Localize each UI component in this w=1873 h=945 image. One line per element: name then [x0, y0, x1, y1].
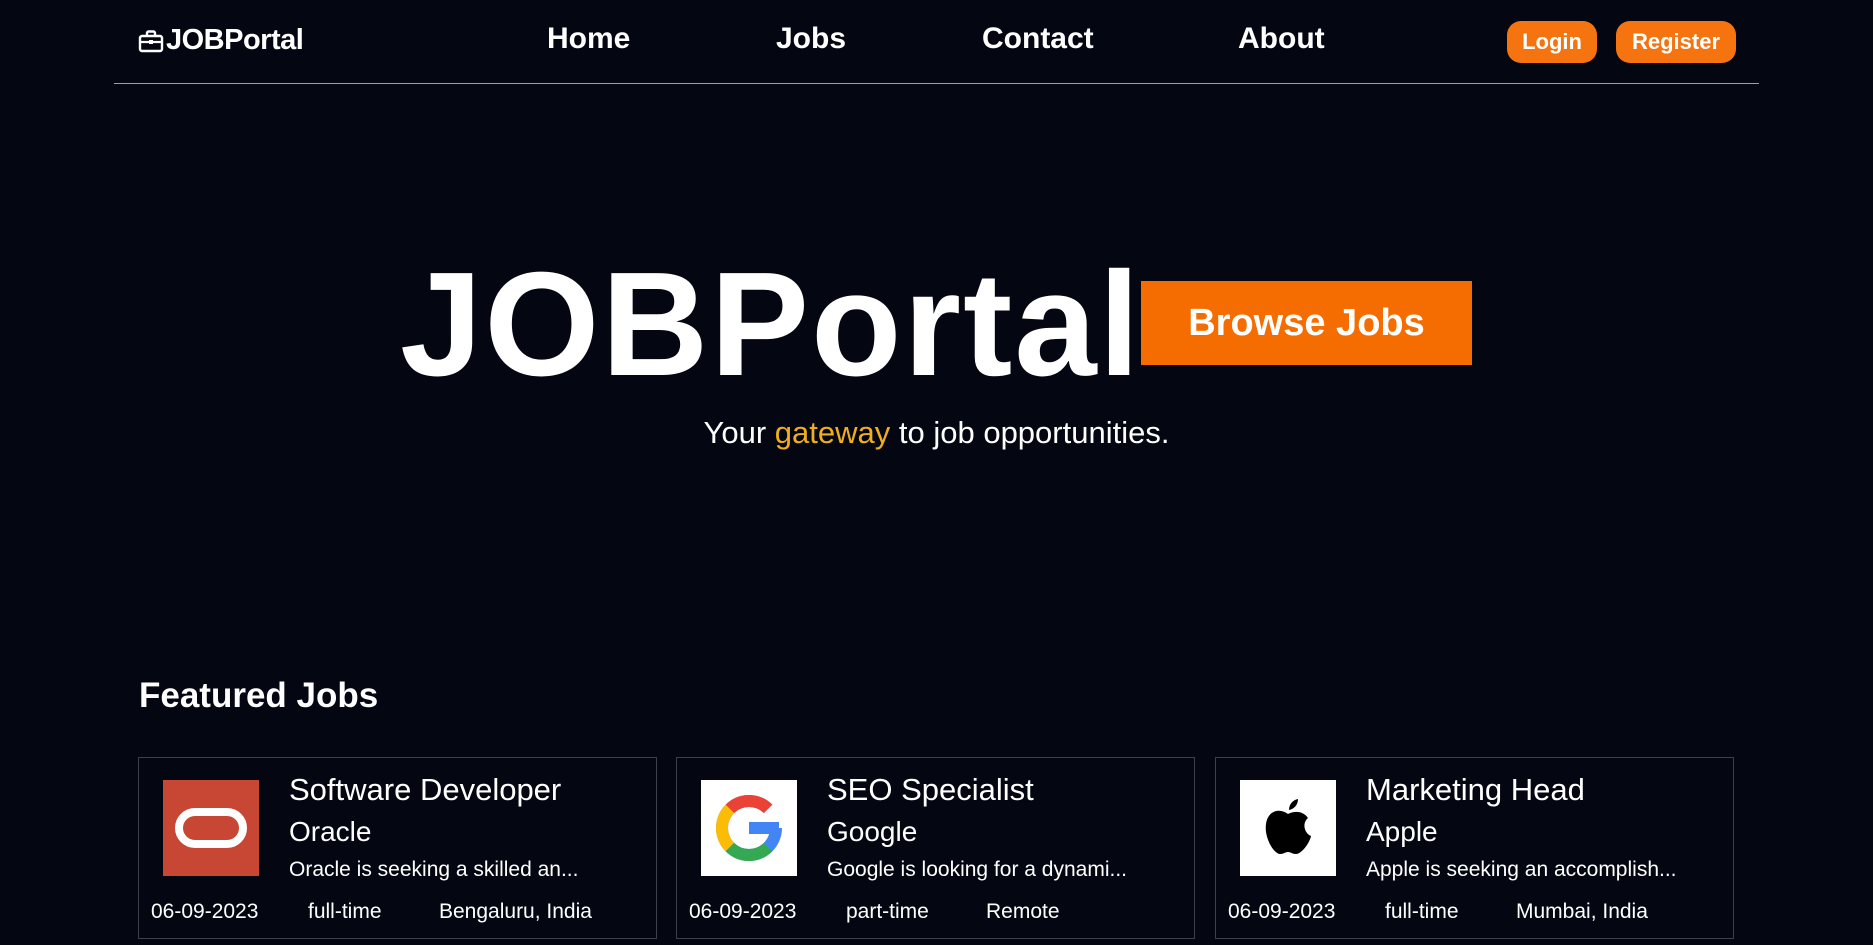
apple-logo-icon	[1240, 780, 1336, 876]
job-card[interactable]: SEO Specialist Google Google is looking …	[676, 757, 1195, 939]
register-button[interactable]: Register	[1616, 21, 1736, 63]
job-location: Mumbai, India	[1516, 900, 1648, 923]
nav-jobs[interactable]: Jobs	[776, 22, 846, 56]
google-logo-icon	[701, 780, 797, 876]
brand-logo[interactable]: JOBPortal	[138, 24, 304, 57]
job-date: 06-09-2023	[1228, 900, 1336, 923]
job-company: Apple	[1366, 816, 1438, 847]
job-type: full-time	[1385, 900, 1459, 923]
job-location: Bengaluru, India	[439, 900, 592, 923]
nav-contact[interactable]: Contact	[982, 22, 1094, 56]
nav-about[interactable]: About	[1238, 22, 1325, 56]
job-card[interactable]: Marketing Head Apple Apple is seeking an…	[1215, 757, 1734, 939]
tagline-accent: gateway	[774, 415, 891, 450]
nav-home[interactable]: Home	[547, 22, 630, 56]
job-company: Oracle	[289, 816, 372, 847]
job-date: 06-09-2023	[151, 900, 259, 923]
tagline-start: Your	[703, 415, 775, 450]
hero-title: JOBPortal	[400, 242, 1142, 407]
job-card[interactable]: Software Developer Oracle Oracle is seek…	[138, 757, 657, 939]
page: JOBPortal Home Jobs Contact About Login …	[0, 0, 1873, 945]
job-description: Apple is seeking an accomplish...	[1366, 858, 1677, 881]
hero-tagline: Your gateway to job opportunities.	[0, 415, 1873, 451]
job-title: SEO Specialist	[827, 772, 1034, 807]
job-title: Marketing Head	[1366, 772, 1585, 807]
browse-jobs-button[interactable]: Browse Jobs	[1141, 281, 1472, 365]
job-date: 06-09-2023	[689, 900, 797, 923]
navbar: JOBPortal Home Jobs Contact About Login …	[114, 0, 1759, 84]
briefcase-icon	[138, 28, 164, 54]
oracle-logo-icon	[163, 780, 259, 876]
job-location: Remote	[986, 900, 1060, 923]
brand-name: JOBPortal	[166, 24, 304, 56]
job-description: Google is looking for a dynami...	[827, 858, 1127, 881]
job-title: Software Developer	[289, 772, 562, 807]
job-type: part-time	[846, 900, 929, 923]
job-description: Oracle is seeking a skilled an...	[289, 858, 579, 881]
job-type: full-time	[308, 900, 382, 923]
tagline-end: to job opportunities.	[890, 415, 1170, 450]
featured-jobs-heading: Featured Jobs	[139, 676, 379, 715]
login-button[interactable]: Login	[1507, 21, 1597, 63]
job-company: Google	[827, 816, 918, 847]
